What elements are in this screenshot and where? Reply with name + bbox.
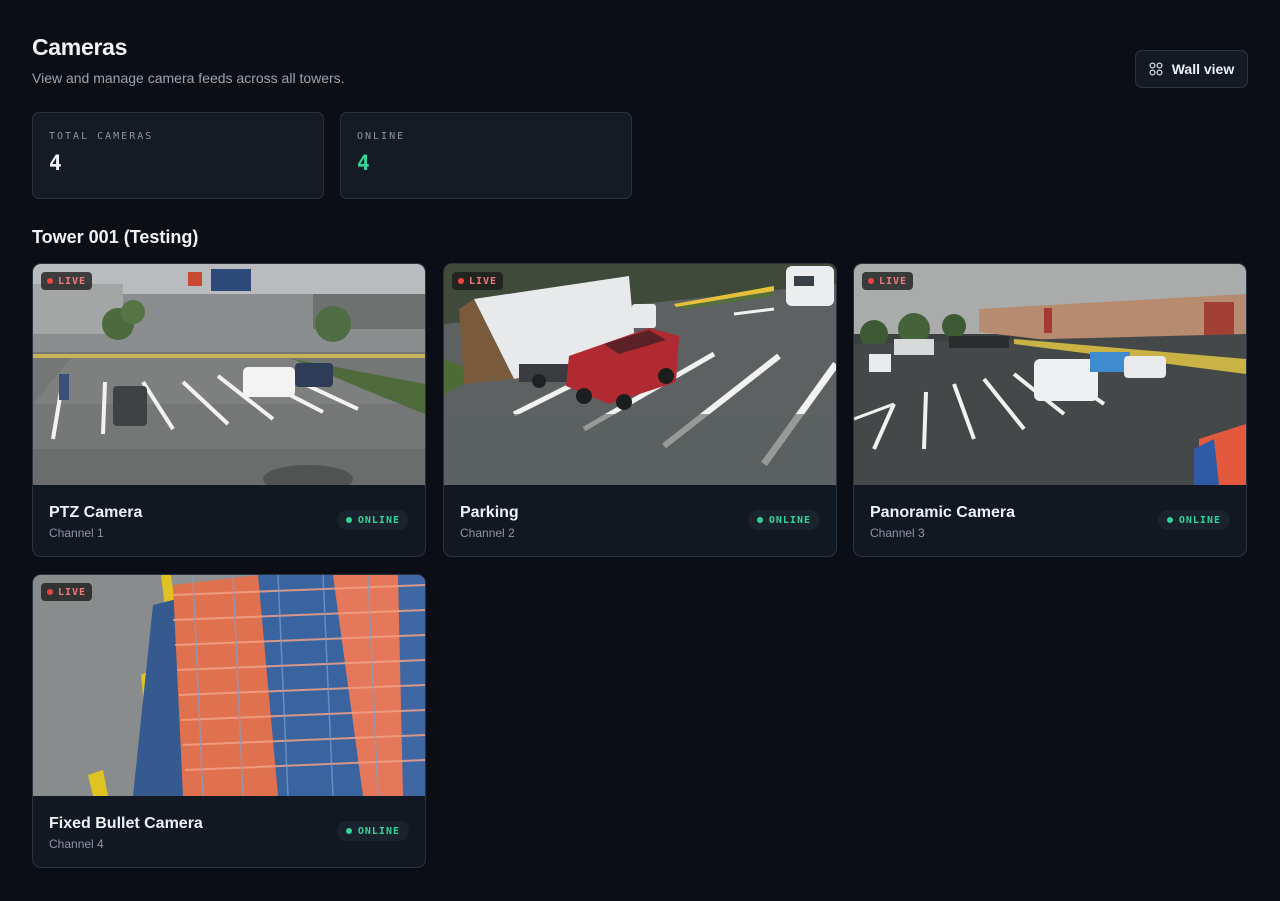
status-dot-icon bbox=[345, 517, 352, 523]
status-dot-icon bbox=[756, 517, 763, 523]
status-badge: ONLINE bbox=[747, 510, 820, 530]
live-label: LIVE bbox=[879, 275, 908, 287]
stat-label: ONLINE bbox=[357, 131, 406, 142]
camera-channel: Channel 2 bbox=[460, 526, 515, 540]
stat-value: 4 bbox=[357, 151, 370, 175]
stat-value: 4 bbox=[49, 151, 62, 175]
wall-view-button[interactable]: Wall view bbox=[1135, 50, 1248, 88]
stat-card-online: ONLINE 4 bbox=[340, 112, 632, 199]
section-title: Tower 001 (Testing) bbox=[32, 227, 199, 247]
status-badge: ONLINE bbox=[336, 821, 409, 841]
status-dot-icon bbox=[345, 828, 352, 834]
camera-channel: Channel 4 bbox=[49, 837, 104, 851]
camera-card[interactable]: LIVE Panoramic Camera Channel 3 ONLINE bbox=[853, 263, 1247, 557]
live-dot-icon bbox=[458, 278, 464, 284]
camera-card[interactable]: LIVE Parking Channel 2 ONLINE bbox=[443, 263, 837, 557]
page-subtitle: View and manage camera feeds across all … bbox=[32, 70, 345, 86]
grid-icon bbox=[1149, 62, 1163, 76]
status-label: ONLINE bbox=[357, 825, 400, 837]
camera-feed[interactable]: LIVE bbox=[33, 575, 425, 796]
camera-channel: Channel 3 bbox=[870, 526, 925, 540]
wall-view-label: Wall view bbox=[1171, 61, 1235, 77]
camera-feed[interactable]: LIVE bbox=[854, 264, 1246, 485]
stat-label: TOTAL CAMERAS bbox=[49, 131, 154, 142]
camera-name: Parking bbox=[460, 504, 519, 521]
status-label: ONLINE bbox=[768, 514, 811, 526]
live-dot-icon bbox=[47, 278, 53, 284]
camera-card[interactable]: LIVE Fixed Bullet Camera Channel 4 ONLIN… bbox=[32, 574, 426, 868]
camera-channel: Channel 1 bbox=[49, 526, 104, 540]
live-dot-icon bbox=[47, 589, 53, 595]
live-badge: LIVE bbox=[41, 272, 93, 290]
status-badge: ONLINE bbox=[1157, 510, 1230, 530]
page-title: Cameras bbox=[32, 34, 128, 60]
live-badge: LIVE bbox=[862, 272, 914, 290]
live-label: LIVE bbox=[469, 275, 498, 287]
live-label: LIVE bbox=[58, 275, 87, 287]
status-dot-icon bbox=[1166, 517, 1173, 523]
status-badge: ONLINE bbox=[336, 510, 409, 530]
camera-name: Panoramic Camera bbox=[870, 504, 1015, 521]
camera-name: PTZ Camera bbox=[49, 504, 143, 521]
camera-card[interactable]: LIVE PTZ Camera Channel 1 ONLINE bbox=[32, 263, 426, 557]
live-badge: LIVE bbox=[452, 272, 504, 290]
live-badge: LIVE bbox=[41, 583, 93, 601]
stat-card-total: TOTAL CAMERAS 4 bbox=[32, 112, 324, 199]
status-label: ONLINE bbox=[357, 514, 400, 526]
camera-feed[interactable]: LIVE bbox=[33, 264, 425, 485]
status-label: ONLINE bbox=[1178, 514, 1221, 526]
camera-name: Fixed Bullet Camera bbox=[49, 815, 203, 832]
live-label: LIVE bbox=[58, 586, 87, 598]
live-dot-icon bbox=[868, 278, 874, 284]
camera-feed[interactable]: LIVE bbox=[444, 264, 836, 485]
